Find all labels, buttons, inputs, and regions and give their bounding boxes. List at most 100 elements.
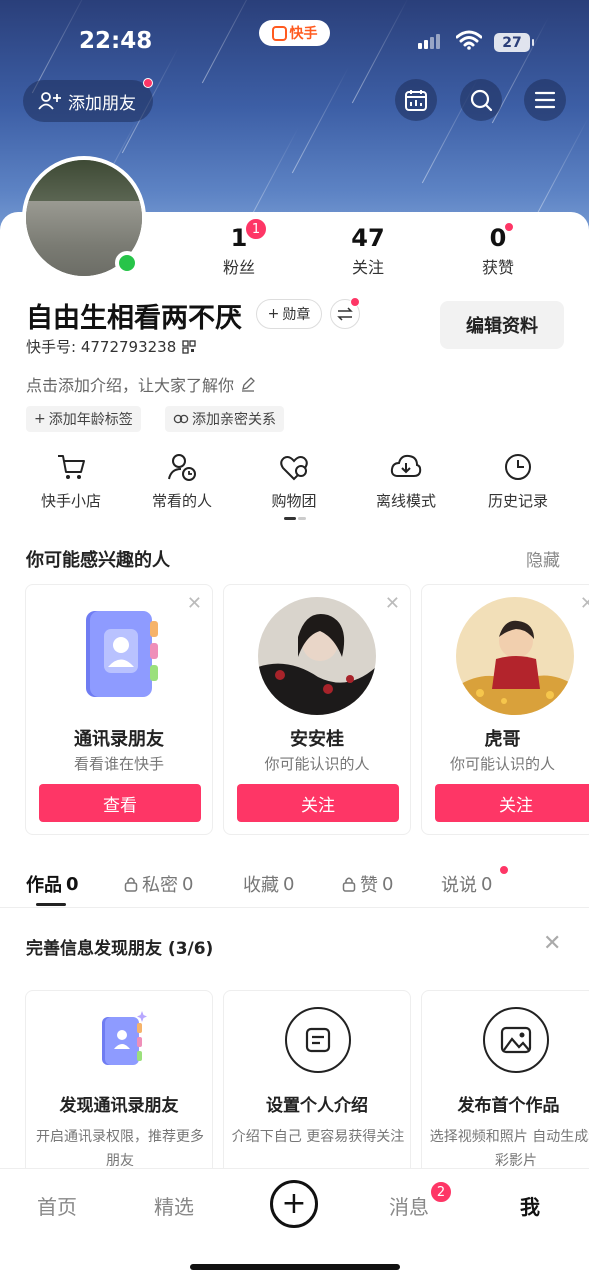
person-add-icon bbox=[38, 92, 61, 110]
plus-icon: + bbox=[267, 306, 280, 322]
profile-name: 自由生相看两不厌 bbox=[26, 303, 242, 334]
add-friend-button[interactable]: 添加朋友 bbox=[23, 80, 153, 122]
lock-icon bbox=[342, 877, 356, 892]
signal-icon bbox=[418, 34, 440, 49]
complete-card-intro[interactable]: 设置个人介绍 介绍下自己 更容易获得关注 bbox=[223, 990, 411, 1190]
qrcode-icon bbox=[182, 339, 196, 354]
followers-badge: 1 bbox=[245, 218, 267, 240]
medal-button[interactable]: + 勋章 bbox=[256, 299, 322, 329]
tab-works[interactable]: 作品 0 bbox=[26, 871, 79, 897]
content-tabs: 作品 0 私密 0 收藏 0 赞 0 说说 0 bbox=[0, 865, 589, 908]
switch-account-dot bbox=[350, 297, 360, 307]
close-icon[interactable]: ✕ bbox=[580, 593, 589, 614]
quick-action-label: 离线模式 bbox=[375, 492, 436, 510]
add-relationship-button[interactable]: 添加亲密关系 bbox=[165, 406, 284, 432]
pencil-icon bbox=[242, 377, 255, 392]
followers-label: 粉丝 bbox=[222, 258, 255, 277]
search-button[interactable] bbox=[460, 79, 502, 121]
create-post-button[interactable]: + bbox=[270, 1180, 318, 1228]
cloud-download-icon bbox=[390, 454, 422, 477]
complete-card-desc: 开启通讯录权限，推荐更多朋友 bbox=[36, 1129, 204, 1169]
complete-card-title: 发布首个作品 bbox=[457, 1096, 560, 1116]
medal-label: 勋章 bbox=[282, 307, 311, 323]
tab-count: 0 bbox=[66, 873, 79, 895]
menu-button[interactable] bbox=[524, 79, 566, 121]
followers-count: 1 bbox=[230, 224, 248, 252]
nav-me[interactable]: 我 bbox=[520, 1191, 540, 1220]
followers-stat[interactable]: 1 粉丝 bbox=[199, 224, 279, 278]
suggestion-card-person[interactable]: ✕ 虎哥 你可能认识的人 关注 bbox=[421, 584, 589, 835]
view-contacts-button[interactable]: 查看 bbox=[39, 784, 201, 822]
add-friend-label: 添加朋友 bbox=[68, 93, 136, 114]
suggestion-name: 安安桂 bbox=[290, 729, 344, 750]
tab-private[interactable]: 私密 0 bbox=[124, 871, 193, 897]
suggestion-card-person[interactable]: ✕ 安安桂 你可能认识的人 关注 bbox=[223, 584, 411, 835]
search-icon bbox=[470, 89, 493, 112]
tab-count: 0 bbox=[283, 873, 295, 895]
tab-label: 收藏 bbox=[243, 875, 279, 896]
tab-count: 0 bbox=[481, 873, 493, 895]
quick-action-shop[interactable]: 快手小店 bbox=[21, 452, 121, 511]
heart-group-icon bbox=[280, 456, 308, 481]
active-tab-underline bbox=[36, 903, 66, 906]
likes-count: 0 bbox=[489, 224, 507, 252]
suggestion-name: 通讯录朋友 bbox=[74, 729, 164, 750]
contacts-book-icon bbox=[60, 597, 178, 715]
complete-card-desc: 选择视频和照片 自动生成精彩影片 bbox=[429, 1129, 589, 1169]
wifi-icon bbox=[456, 30, 482, 50]
nav-home[interactable]: 首页 bbox=[37, 1191, 77, 1220]
likes-label: 获赞 bbox=[481, 258, 514, 277]
close-icon[interactable]: ✕ bbox=[385, 593, 400, 614]
calendar-button[interactable] bbox=[395, 79, 437, 121]
add-friend-dot bbox=[143, 78, 153, 88]
likes-dot bbox=[504, 222, 514, 232]
likes-stat[interactable]: 0 获赞 bbox=[458, 224, 538, 278]
link-icon bbox=[173, 414, 189, 424]
messages-badge: 2 bbox=[430, 1181, 452, 1203]
clock-icon bbox=[505, 454, 531, 480]
tab-label: 赞 bbox=[360, 875, 378, 896]
quick-action-label: 历史记录 bbox=[487, 492, 548, 510]
bottom-nav: 首页 精选 + 消息 2 我 bbox=[0, 1168, 589, 1280]
quick-action-group-buy[interactable]: 购物团 bbox=[244, 452, 344, 511]
lock-icon bbox=[124, 877, 138, 892]
moments-dot bbox=[499, 865, 509, 875]
suggestion-avatar[interactable] bbox=[456, 597, 574, 715]
tab-likes[interactable]: 赞 0 bbox=[342, 871, 393, 897]
nav-messages[interactable]: 消息 bbox=[389, 1191, 429, 1220]
edit-profile-button[interactable]: 编辑资料 bbox=[440, 301, 564, 349]
quick-action-offline[interactable]: 离线模式 bbox=[356, 452, 456, 511]
online-status-dot bbox=[115, 251, 139, 275]
complete-card-first-post[interactable]: 发布首个作品 选择视频和照片 自动生成精彩影片 bbox=[421, 990, 589, 1190]
close-icon[interactable]: ✕ bbox=[187, 593, 202, 614]
following-stat[interactable]: 47 关注 bbox=[328, 224, 408, 278]
tab-label: 作品 bbox=[26, 875, 62, 896]
suggestions-hide-button[interactable]: 隐藏 bbox=[526, 546, 560, 571]
complete-card-contacts[interactable]: 发现通讯录朋友 开启通讯录权限，推荐更多朋友 bbox=[25, 990, 213, 1190]
close-icon[interactable]: ✕ bbox=[543, 931, 561, 956]
intro-placeholder[interactable]: 点击添加介绍，让大家了解你 bbox=[26, 372, 256, 396]
follow-button[interactable]: 关注 bbox=[435, 784, 589, 822]
following-count: 47 bbox=[351, 224, 385, 252]
nav-featured[interactable]: 精选 bbox=[154, 1191, 194, 1220]
follow-button[interactable]: 关注 bbox=[237, 784, 399, 822]
tab-moments[interactable]: 说说 0 bbox=[441, 871, 492, 897]
complete-card-title: 设置个人介绍 bbox=[266, 1096, 368, 1116]
age-tag-label: 添加年龄标签 bbox=[48, 412, 133, 428]
quick-action-history[interactable]: 历史记录 bbox=[468, 452, 568, 511]
battery-level: 27 bbox=[502, 34, 522, 51]
tab-label: 私密 bbox=[142, 875, 178, 896]
intro-text: 点击添加介绍，让大家了解你 bbox=[26, 376, 235, 395]
home-indicator bbox=[190, 1264, 400, 1270]
suggestion-avatar[interactable] bbox=[258, 597, 376, 715]
kuaishou-id[interactable]: 快手号: 4772793238 bbox=[26, 336, 196, 357]
note-icon bbox=[285, 1007, 351, 1073]
tab-count: 0 bbox=[382, 873, 394, 895]
add-age-tag-button[interactable]: + 添加年龄标签 bbox=[26, 406, 141, 432]
quick-action-label: 购物团 bbox=[271, 492, 317, 510]
suggestion-card-contacts[interactable]: ✕ 通讯录朋友 看看谁在快手 查看 bbox=[25, 584, 213, 835]
following-label: 关注 bbox=[351, 258, 384, 277]
quick-action-frequent[interactable]: 常看的人 bbox=[132, 452, 232, 511]
tab-favorites[interactable]: 收藏 0 bbox=[243, 871, 294, 897]
cart-icon bbox=[58, 455, 85, 479]
